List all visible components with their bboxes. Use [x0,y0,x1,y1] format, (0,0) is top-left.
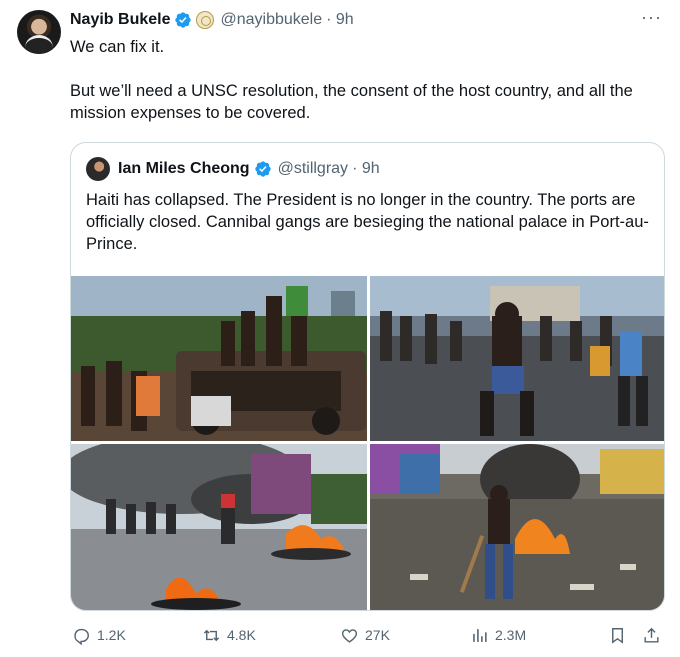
photo-man-with-stick-fire[interactable] [370,444,664,610]
quote-text: Haiti has collapsed. The President is no… [86,191,649,253]
author-handle[interactable]: @nayibbukele [220,11,322,29]
views-button[interactable]: 2.3M [470,624,526,646]
quoted-tweet[interactable]: Ian Miles Cheong @stillgray · 9h Haiti h… [70,142,665,611]
like-count: 27K [365,627,390,643]
verified-icon [254,161,271,177]
more-icon[interactable]: ··· [641,8,662,26]
quote-avatar[interactable] [86,157,110,181]
photo-crowd-on-burned-car[interactable] [71,276,367,441]
verified-icon [175,12,192,28]
share-icon [644,627,659,643]
quote-time[interactable]: · 9h [352,160,380,178]
photo-man-running-with-machete[interactable] [370,276,664,441]
author-name[interactable]: Nayib Bukele [70,11,170,29]
avatar[interactable] [17,10,61,54]
quote-author-name[interactable]: Ian Miles Cheong [118,160,250,178]
repost-icon [203,629,220,641]
repost-button[interactable]: 4.8K [202,624,256,646]
like-icon [341,628,358,643]
quote-header: Ian Miles Cheong @stillgray · 9h [86,157,380,181]
reply-button[interactable]: 1.2K [72,624,126,646]
like-button[interactable]: 27K [340,624,390,646]
bookmark-button[interactable] [608,624,633,646]
quote-author-handle[interactable]: @stillgray [278,160,348,178]
reply-icon [74,628,89,645]
views-count: 2.3M [495,627,527,643]
tweet-actions: 1.2K 4.8K 27K 2.3M [70,624,665,646]
share-button[interactable] [642,624,667,646]
repost-count: 4.8K [227,627,256,643]
bookmark-icon [612,627,623,644]
reply-count: 1.2K [97,627,126,643]
photo-burning-tires-street[interactable] [71,444,367,610]
tweet-text-p2: But we’ll need a UNSC resolution, the co… [70,82,633,122]
photo-grid [71,276,664,610]
government-badge-icon [196,11,215,29]
tweet-header: Nayib Bukele @nayibbukele · 9h [70,10,354,30]
tweet-text: We can fix it. But we’ll need a UNSC res… [70,36,660,124]
tweet-time[interactable]: · 9h [326,11,354,29]
views-icon [473,628,487,642]
tweet-text-p1: We can fix it. [70,38,165,56]
